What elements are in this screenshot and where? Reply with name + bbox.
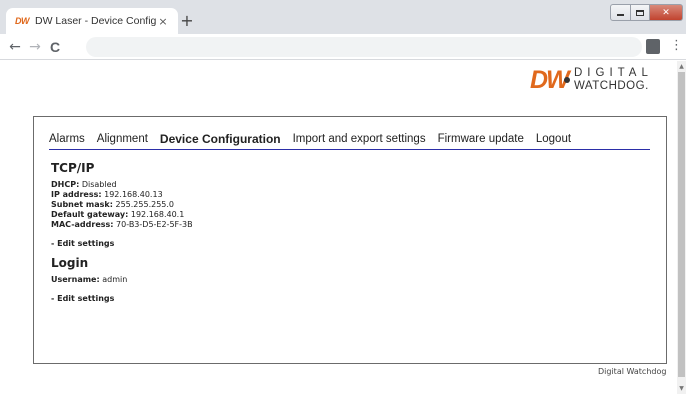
logo-line1: DIGITAL <box>574 67 653 79</box>
logo-mark: DW <box>530 66 570 94</box>
minimize-icon <box>617 14 624 16</box>
menu-item-import-export[interactable]: Import and export settings <box>293 132 426 146</box>
tcpip-edit-settings-link[interactable]: - Edit settings <box>51 239 551 249</box>
field-label: Subnet mask: <box>51 200 113 209</box>
field-value: 192.168.40.1 <box>130 210 185 219</box>
maximize-icon <box>636 9 644 16</box>
page-scrollbar[interactable]: ▲ ▼ <box>677 61 686 394</box>
minimize-button[interactable] <box>610 4 631 21</box>
browser-menu-icon[interactable]: ⋮ <box>670 38 683 53</box>
new-tab-button[interactable]: + <box>178 12 196 30</box>
tcpip-subnet-row: Subnet mask: 255.255.255.0 <box>51 200 551 210</box>
close-tab-icon[interactable]: × <box>156 15 170 28</box>
tcpip-gateway-row: Default gateway: 192.168.40.1 <box>51 210 551 220</box>
menu-item-alignment[interactable]: Alignment <box>97 132 148 146</box>
device-configuration-content: TCP/IP DHCP: Disabled IP address: 192.16… <box>51 161 551 304</box>
menu-item-alarms[interactable]: Alarms <box>49 132 85 146</box>
menu-item-logout[interactable]: Logout <box>536 132 571 146</box>
tab-title: DW Laser - Device Configuration <box>35 15 156 27</box>
field-label: Username: <box>51 275 100 284</box>
scroll-thumb[interactable] <box>678 72 685 377</box>
browser-tab[interactable]: DW DW Laser - Device Configuration × <box>6 8 178 34</box>
menu-item-device-configuration[interactable]: Device Configuration <box>160 132 281 146</box>
tcpip-mac-row: MAC-address: 70-B3-D5-E2-5F-3B <box>51 220 551 230</box>
reload-icon[interactable]: C <box>46 38 64 56</box>
main-panel: Alarms Alignment Device Configuration Im… <box>33 116 667 364</box>
close-window-button[interactable]: ✕ <box>650 4 683 21</box>
dw-favicon-icon: DW <box>15 16 30 26</box>
browser-titlebar: DW DW Laser - Device Configuration × + ✕ <box>0 0 686 34</box>
close-icon: ✕ <box>662 7 670 18</box>
scroll-up-icon[interactable]: ▲ <box>677 63 686 70</box>
digital-watchdog-logo: DW DIGITAL WATCHDOG. <box>530 66 660 94</box>
tcpip-title: TCP/IP <box>51 161 95 175</box>
tcpip-dhcp-row: DHCP: Disabled <box>51 180 551 190</box>
profile-icon[interactable] <box>646 39 660 54</box>
field-label: DHCP: <box>51 180 80 189</box>
login-username-row: Username: admin <box>51 275 551 285</box>
field-value: Disabled <box>81 180 117 189</box>
footer-text: Digital Watchdog <box>598 367 667 376</box>
back-icon[interactable]: ← <box>6 38 24 56</box>
field-label: MAC-address: <box>51 220 114 229</box>
login-title: Login <box>51 256 89 270</box>
address-bar[interactable] <box>86 37 642 57</box>
tcpip-ip-row: IP address: 192.168.40.13 <box>51 190 551 200</box>
window-controls: ✕ <box>610 4 684 21</box>
logo-dot <box>564 77 570 83</box>
field-value: 255.255.255.0 <box>115 200 175 209</box>
main-menu: Alarms Alignment Device Configuration Im… <box>49 132 650 150</box>
forward-icon[interactable]: → <box>26 38 44 56</box>
field-value: 192.168.40.13 <box>104 190 163 199</box>
browser-toolbar: ← → C ⋮ <box>0 34 686 60</box>
logo-line2: WATCHDOG. <box>574 80 649 92</box>
menu-item-firmware-update[interactable]: Firmware update <box>438 132 524 146</box>
field-label: IP address: <box>51 190 102 199</box>
field-label: Default gateway: <box>51 210 129 219</box>
login-edit-settings-link[interactable]: - Edit settings <box>51 294 551 304</box>
maximize-button[interactable] <box>631 4 650 21</box>
field-value: admin <box>102 275 128 284</box>
scroll-down-icon[interactable]: ▼ <box>677 385 686 392</box>
field-value: 70-B3-D5-E2-5F-3B <box>116 220 193 229</box>
